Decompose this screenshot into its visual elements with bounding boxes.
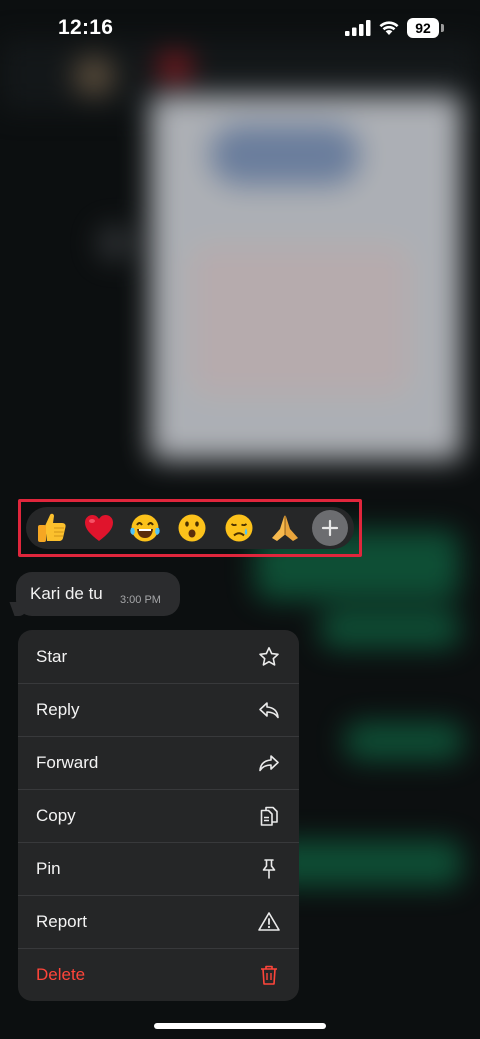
star-icon (259, 646, 279, 666)
folded-hands-emoji[interactable] (265, 508, 305, 548)
menu-item-delete[interactable]: Delete (18, 948, 299, 1001)
menu-item-reply[interactable]: Reply (18, 683, 299, 736)
menu-item-label: Report (36, 912, 88, 931)
red-heart-emoji[interactable] (79, 508, 119, 548)
menu-item-label: Delete (36, 965, 86, 984)
message-text: Kari de tu (30, 584, 103, 603)
reaction-bar (26, 507, 354, 549)
copy-icon (260, 806, 278, 826)
blurred-outgoing-message (345, 722, 463, 760)
battery-cap (441, 24, 444, 32)
home-indicator[interactable] (154, 1023, 326, 1029)
status-time: 12:16 (58, 16, 114, 39)
reaction-bar-highlight (18, 499, 362, 557)
message-time: 3:00 PM (120, 594, 161, 606)
menu-item-copy[interactable]: Copy (18, 789, 299, 842)
trash-icon (261, 965, 277, 985)
battery-level: 92 (407, 18, 439, 38)
menu-item-star[interactable]: Star (18, 630, 299, 683)
menu-item-label: Reply (36, 700, 80, 719)
message-context-menu: Star Reply Forward Copy Pin Report Delet… (18, 630, 299, 1001)
wifi-icon (379, 21, 399, 35)
selected-message-bubble: Kari de tu 3:00 PM (9, 572, 180, 616)
blurred-image-detail (190, 245, 410, 395)
menu-item-label: Star (36, 646, 68, 666)
status-bar: 12:16 92 (0, 0, 480, 58)
menu-item-label: Pin (36, 859, 61, 878)
crying-face-emoji[interactable] (219, 508, 259, 548)
blurred-image-message (150, 95, 462, 460)
blurred-image-detail (210, 125, 360, 185)
menu-item-label: Copy (36, 806, 76, 825)
surprised-face-emoji[interactable] (172, 508, 212, 548)
reply-icon (259, 702, 279, 719)
blurred-outgoing-message (320, 610, 460, 648)
menu-item-report[interactable]: Report (18, 895, 299, 948)
menu-item-forward[interactable]: Forward (18, 736, 299, 789)
forward-icon (259, 755, 279, 772)
blurred-share-button (98, 226, 132, 260)
cellular-signal-icon (345, 20, 371, 36)
thumbs-up-emoji[interactable] (32, 508, 72, 548)
tears-of-joy-emoji[interactable] (125, 508, 165, 548)
plus-icon[interactable] (311, 510, 348, 546)
menu-item-label: Forward (36, 753, 99, 772)
menu-item-pin[interactable]: Pin (18, 842, 299, 895)
battery-icon: 92 (407, 18, 444, 38)
pin-icon (262, 859, 276, 879)
warning-icon (258, 912, 280, 931)
blurred-avatar (74, 56, 114, 96)
